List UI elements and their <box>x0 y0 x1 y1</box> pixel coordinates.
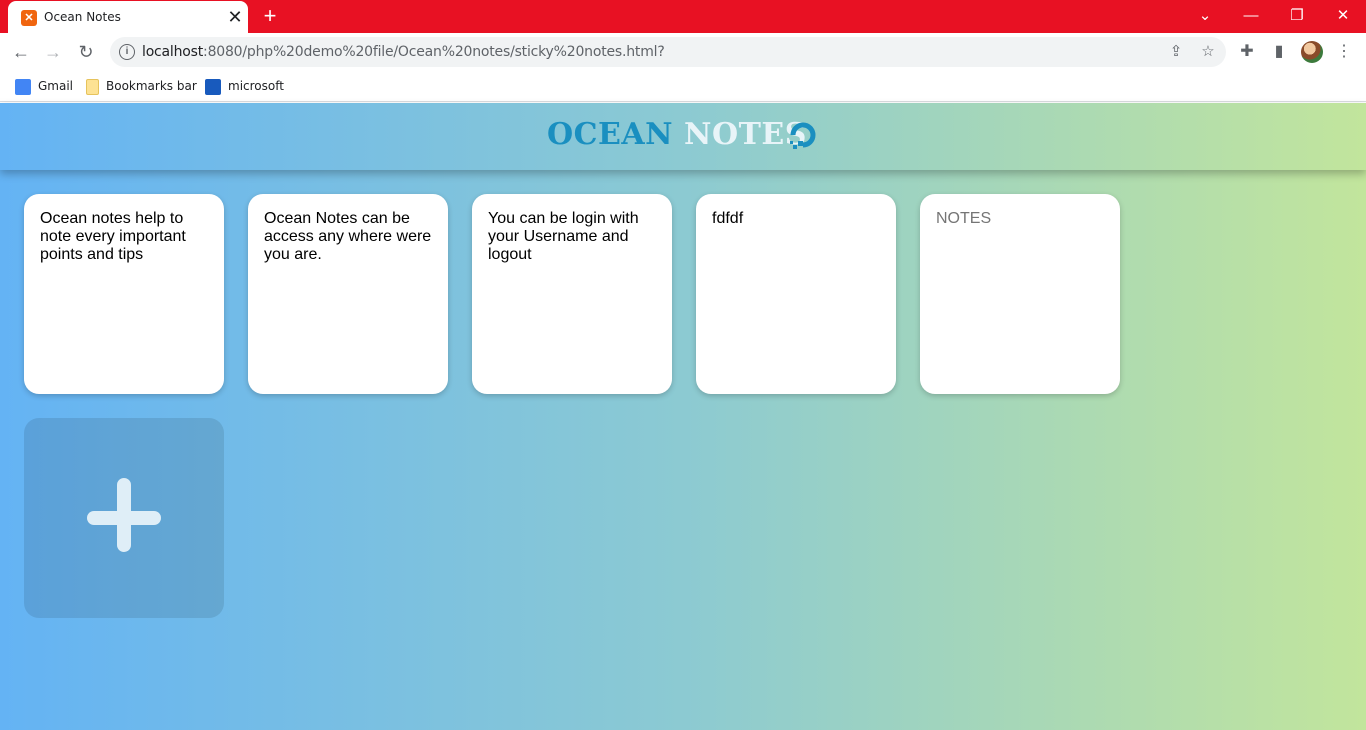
digitalocean-logo-icon <box>790 122 816 149</box>
browser-title-bar: ✕ Ocean Notes ✕ + ⌄ — ❐ ✕ <box>0 0 1366 33</box>
url-text: localhost:8080/php%20demo%20file/Ocean%2… <box>142 44 665 60</box>
back-icon[interactable]: ← <box>8 39 34 65</box>
close-tab-icon[interactable]: ✕ <box>225 7 245 27</box>
bookmark-label: Bookmarks bar <box>106 79 197 93</box>
bookmark-label: Gmail <box>38 79 74 93</box>
xampp-favicon-icon: ✕ <box>21 10 37 26</box>
new-note-input[interactable]: NOTES <box>920 194 1120 394</box>
menu-kebab-icon[interactable]: ⋮ <box>1332 40 1356 64</box>
browser-tab[interactable]: ✕ Ocean Notes ✕ <box>8 1 248 33</box>
bookmark-folder[interactable]: Bookmarks bar <box>86 77 197 95</box>
tab-title: Ocean Notes <box>44 10 121 24</box>
word-icon <box>205 78 221 95</box>
bookmark-gmail[interactable]: Gmail <box>15 77 73 95</box>
note-card[interactable]: Ocean Notes can be access any where were… <box>248 194 448 394</box>
extensions-icon[interactable]: ✚ <box>1235 40 1259 64</box>
forward-icon[interactable]: → <box>40 39 66 65</box>
bookmarks-bar: Gmail Bookmarks bar microsoft <box>0 71 1366 102</box>
profile-avatar[interactable] <box>1301 41 1323 63</box>
url-path: :8080/php%20demo%20file/Ocean%20notes/st… <box>203 44 665 60</box>
app-title: OCEAN NOTES <box>547 117 807 152</box>
docs-icon <box>15 78 31 95</box>
side-panel-icon[interactable]: ▮ <box>1267 40 1291 64</box>
page-body: OCEAN NOTES Ocean notes help to note eve… <box>0 103 1366 730</box>
bookmark-label: microsoft <box>228 79 284 93</box>
restore-icon[interactable]: ❐ <box>1283 4 1311 28</box>
new-tab-icon[interactable]: + <box>259 5 281 27</box>
note-card[interactable]: Ocean notes help to note every important… <box>24 194 224 394</box>
site-info-icon[interactable]: i <box>119 44 135 60</box>
folder-icon <box>86 78 99 95</box>
brand-ocean: OCEAN <box>547 117 674 152</box>
close-window-icon[interactable]: ✕ <box>1329 4 1357 28</box>
bookmark-microsoft[interactable]: microsoft <box>205 77 284 95</box>
share-icon[interactable]: ⇪ <box>1166 42 1186 62</box>
browser-toolbar: ← → ↻ i localhost:8080/php%20demo%20file… <box>0 33 1366 71</box>
minimize-icon[interactable]: — <box>1237 4 1265 28</box>
bookmark-star-icon[interactable]: ☆ <box>1198 42 1218 62</box>
app-header: OCEAN NOTES <box>0 103 1366 170</box>
reload-icon[interactable]: ↻ <box>73 39 99 65</box>
plus-icon <box>117 478 131 552</box>
add-note-button[interactable] <box>24 418 224 618</box>
url-host: localhost <box>142 44 204 60</box>
note-card[interactable]: You can be login with your Username and … <box>472 194 672 394</box>
address-bar[interactable]: i localhost:8080/php%20demo%20file/Ocean… <box>110 37 1226 67</box>
tab-search-icon[interactable]: ⌄ <box>1191 4 1219 28</box>
note-card[interactable]: fdfdf <box>696 194 896 394</box>
